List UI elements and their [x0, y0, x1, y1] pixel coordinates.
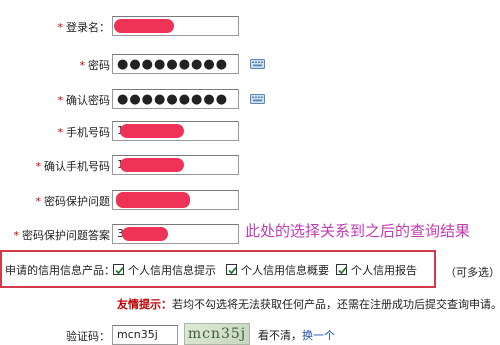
captcha-refresh-link[interactable]: 换一个	[302, 329, 335, 342]
soft-keyboard-icon[interactable]	[250, 93, 265, 105]
password-input[interactable]: ●●●●●●●●●	[112, 54, 239, 74]
phone-row: *手机号码 1	[0, 121, 500, 143]
confirm-phone-row: *确认手机号码 1	[0, 155, 500, 177]
phone-label: * 手机号码	[57, 126, 111, 139]
confirm-password-row: * 确认密码 ●●●●●●●●●	[0, 89, 500, 111]
option-credit-tips[interactable]: 个人信用信息提示	[113, 262, 216, 278]
checkbox[interactable]	[226, 264, 237, 275]
check-icon	[115, 266, 124, 275]
checkbox[interactable]	[336, 264, 347, 275]
security-answer-label: * 密码保护问题答案	[13, 229, 111, 242]
confirm-password-input[interactable]: ●●●●●●●●●	[112, 89, 239, 109]
credit-products-label: 申请的信用信息产品：	[5, 264, 115, 277]
tip-text: 若均不勾选将无法获取任何产品，还需在注册成功后提交查询申请。	[172, 298, 500, 311]
redaction-mark	[114, 19, 174, 33]
captcha-unclear-text: 看不清，	[258, 329, 302, 342]
multi-select-hint: （可多选）	[445, 266, 500, 279]
soft-keyboard-icon[interactable]	[250, 58, 265, 70]
password-label: * 密码	[79, 59, 111, 72]
captcha-refresh: 看不清，换一个	[258, 327, 335, 343]
annotation-note: 此处的选择关系到之后的查询结果	[245, 222, 471, 240]
security-question-label: * 密码保护问题	[35, 195, 111, 208]
redaction-mark	[116, 192, 190, 208]
credit-products-box: 申请的信用信息产品： 个人信用信息提示 个人信用信息概要 个人信用报告	[0, 250, 436, 288]
captcha-row: 验证码： mcn35j	[0, 323, 500, 345]
redaction-mark	[120, 124, 184, 138]
captcha-input[interactable]: mcn35j	[112, 325, 178, 345]
captcha-image: mcn35j	[184, 323, 250, 345]
check-icon	[338, 266, 347, 275]
security-question-row: * 密码保护问题	[0, 190, 500, 212]
friendly-tip: 友情提示：若均不勾选将无法获取任何产品，还需在注册成功后提交查询申请。	[117, 296, 500, 312]
checkbox[interactable]	[113, 264, 124, 275]
login-name-row: * 登录名：	[0, 16, 500, 38]
redaction-mark	[120, 158, 184, 172]
confirm-password-label: * 确认密码	[57, 94, 111, 107]
check-icon	[228, 266, 237, 275]
option-credit-summary[interactable]: 个人信用信息概要	[226, 262, 329, 278]
password-row: * 密码 ●●●●●●●●●	[0, 54, 500, 76]
captcha-label: 验证码：	[66, 330, 110, 343]
login-name-label: * 登录名：	[57, 21, 111, 34]
confirm-phone-label: * 确认手机号码	[35, 160, 111, 173]
tip-title: 友情提示：	[117, 298, 172, 311]
redaction-mark	[122, 227, 168, 241]
option-credit-report[interactable]: 个人信用报告	[336, 262, 417, 278]
